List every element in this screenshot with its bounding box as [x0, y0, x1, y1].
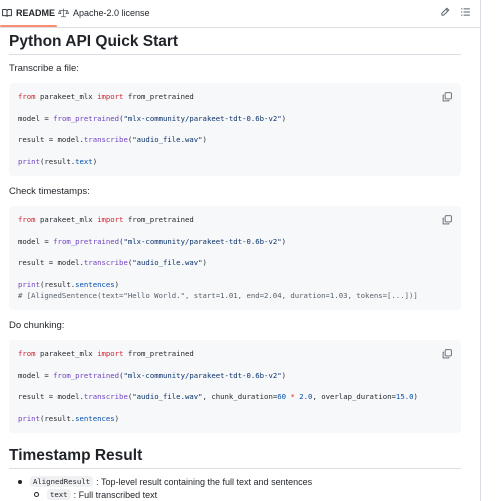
- code-token: parakeet_mlx: [35, 92, 98, 101]
- code-token: print: [18, 413, 40, 423]
- code-token: "mlx-community/parakeet-tdt-0.6b-v2": [123, 113, 282, 123]
- code-line: result = model.transcribe("audio_file.wa…: [18, 392, 418, 401]
- code-token: from_pretrained: [123, 349, 194, 358]
- inline-code: text: [47, 489, 71, 500]
- code-chunking[interactable]: from parakeet_mlx import from_pretrained…: [9, 340, 461, 425]
- book-icon: [2, 9, 12, 17]
- code-token: result = model.: [18, 135, 84, 145]
- list-item: AlignedResult : Top-level result contain…: [18, 476, 312, 487]
- code-line: model = from_pretrained("mlx-community/p…: [18, 114, 286, 123]
- code-token: from_pretrained: [53, 370, 120, 380]
- tab-license[interactable]: Apache-2.0 license: [58, 0, 150, 26]
- tab-readme[interactable]: README: [0, 0, 58, 27]
- code-line: from parakeet_mlx import from_pretrained: [18, 215, 194, 224]
- code-line: print(result.text): [18, 157, 97, 166]
- code-token: "audio_file.wav": [132, 135, 203, 145]
- code-token: from: [18, 92, 36, 101]
- code-timestamps[interactable]: from parakeet_mlx import from_pretrained…: [9, 206, 461, 301]
- code-token: 2.0: [299, 392, 313, 402]
- code-token: , chunk_duration=: [202, 392, 278, 402]
- code-token: text: [75, 156, 93, 166]
- code-token: from_pretrained: [53, 113, 120, 123]
- code-token: from: [18, 215, 36, 224]
- bullet-dot: [18, 479, 22, 484]
- code-token: print: [18, 156, 40, 166]
- code-token: (result.: [39, 279, 76, 289]
- code-token: import: [97, 215, 124, 224]
- code-block-transcribe[interactable]: from parakeet_mlx import from_pretrained…: [9, 83, 461, 176]
- code-token: print: [18, 279, 40, 289]
- code-token: transcribe: [83, 392, 128, 402]
- copy-icon[interactable]: [442, 92, 452, 102]
- code-token: ): [114, 279, 120, 289]
- tab-readme-label: README: [16, 8, 56, 18]
- bullet-circle: [34, 492, 39, 497]
- code-block-chunking[interactable]: from parakeet_mlx import from_pretrained…: [9, 340, 461, 433]
- heading-quick-start: Python API Quick Start: [9, 33, 461, 55]
- code-token: ): [281, 236, 287, 246]
- code-token: "mlx-community/parakeet-tdt-0.6b-v2": [123, 236, 282, 246]
- heading-timestamp-result: Timestamp Result: [9, 447, 461, 469]
- code-token: ): [202, 135, 207, 145]
- outline-list-icon[interactable]: [460, 7, 471, 17]
- code-token: sentences: [75, 279, 115, 289]
- code-token: ): [413, 392, 418, 402]
- list-item: text : Full transcribed text: [34, 489, 157, 500]
- code-token: import: [97, 349, 124, 358]
- code-token: from_pretrained: [53, 236, 120, 246]
- code-token: "mlx-community/parakeet-tdt-0.6b-v2": [123, 370, 282, 380]
- code-token: from: [18, 349, 36, 358]
- content-border: [480, 0, 481, 501]
- code-line: from parakeet_mlx import from_pretrained: [18, 349, 194, 358]
- code-token: transcribe: [83, 258, 128, 268]
- code-token: result = model.: [18, 392, 84, 402]
- copy-icon[interactable]: [442, 215, 452, 225]
- readme-tabbar: README Apache-2.0 license: [0, 0, 480, 28]
- list-item-text: : Full transcribed text: [73, 489, 158, 500]
- code-token: 60: [277, 392, 287, 402]
- code-block-timestamps[interactable]: from parakeet_mlx import from_pretrained…: [9, 206, 461, 310]
- code-line: model = from_pretrained("mlx-community/p…: [18, 371, 286, 380]
- code-line: print(result.sentences): [18, 414, 119, 423]
- law-scale-icon: [58, 8, 69, 18]
- code-token: ): [92, 156, 98, 166]
- pencil-icon[interactable]: [440, 7, 450, 17]
- label-chunking: Do chunking:: [9, 320, 65, 331]
- code-token: ): [281, 370, 287, 380]
- code-token: parakeet_mlx: [35, 215, 98, 224]
- code-token: "audio_file.wav": [132, 258, 203, 268]
- code-token: ): [202, 258, 207, 268]
- code-token: (result.: [39, 156, 76, 166]
- code-token: ): [114, 413, 120, 423]
- code-token: transcribe: [83, 135, 128, 145]
- code-token: 15.0: [395, 392, 414, 402]
- inline-code: AlignedResult: [30, 476, 94, 487]
- label-transcribe: Transcribe a file:: [9, 63, 79, 74]
- list-item-text: : Top-level result containing the full t…: [96, 476, 313, 487]
- code-token: "audio_file.wav": [132, 392, 203, 402]
- code-token: model =: [18, 236, 54, 246]
- code-line: print(result.sentences): [18, 280, 119, 289]
- code-token: # [AlignedSentence(text="Hello World.", …: [18, 290, 418, 300]
- code-token: model =: [18, 370, 54, 380]
- code-transcribe[interactable]: from parakeet_mlx import from_pretrained…: [9, 83, 461, 168]
- code-token: from_pretrained: [123, 215, 194, 224]
- code-token: from_pretrained: [123, 92, 194, 101]
- code-token: , overlap_duration=: [312, 392, 396, 402]
- code-token: parakeet_mlx: [35, 349, 98, 358]
- code-token: import: [97, 92, 124, 101]
- code-line: model = from_pretrained("mlx-community/p…: [18, 237, 286, 246]
- copy-icon[interactable]: [442, 349, 452, 359]
- code-token: model =: [18, 113, 54, 123]
- tab-license-label: Apache-2.0 license: [73, 8, 150, 18]
- code-line: result = model.transcribe("audio_file.wa…: [18, 135, 207, 144]
- code-line: from parakeet_mlx import from_pretrained: [18, 92, 194, 101]
- code-token: ): [281, 113, 287, 123]
- code-token: (result.: [39, 413, 76, 423]
- code-line: result = model.transcribe("audio_file.wa…: [18, 258, 207, 267]
- code-token: result = model.: [18, 258, 84, 268]
- label-timestamps: Check timestamps:: [9, 186, 90, 197]
- code-token: sentences: [75, 413, 115, 423]
- code-line: # [AlignedSentence(text="Hello World.", …: [18, 291, 418, 300]
